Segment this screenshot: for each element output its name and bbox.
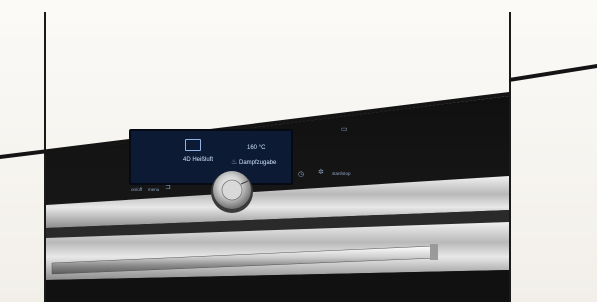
fan-heating-icon [185,139,201,151]
door-open-icon[interactable]: ⊐ [165,184,171,191]
steam-icon: ♨ [231,159,238,166]
light-icon[interactable]: ✲ [318,169,324,176]
program-label: 4D Heißluft [183,157,214,163]
program-box [185,139,201,151]
kitchen-background [0,0,597,302]
water-tank-icon[interactable]: ▭ [341,126,348,133]
timer-icon[interactable]: ◷ [298,171,304,178]
option-label: Dampfzugabe [239,160,277,166]
oven-display[interactable]: 4D Heißluft 160 °C Dampfzugabe ♨ [131,131,291,183]
oven-photo: 4D Heißluft 160 °C Dampfzugabe ♨ on/off … [0,0,597,302]
menu-button[interactable]: menu [148,187,159,193]
power-button[interactable]: on/off [131,187,142,193]
temperature-label: 160 °C [247,145,266,151]
start-stop-button[interactable]: start/stop [332,171,351,177]
